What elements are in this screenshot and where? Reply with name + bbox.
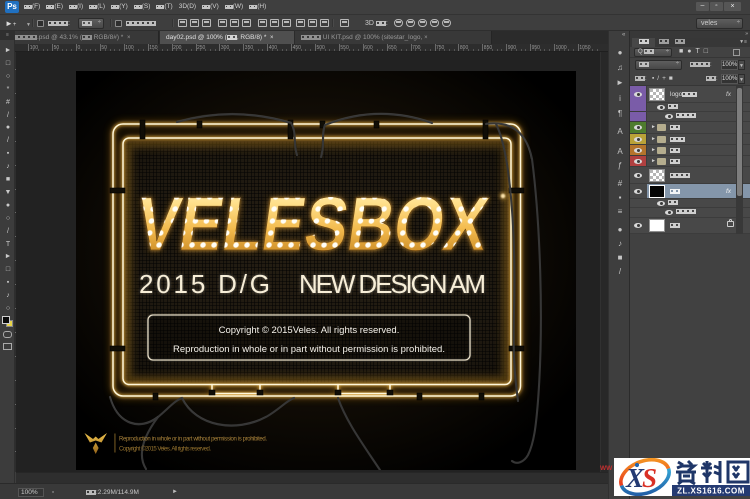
svg-text:S: S (642, 463, 657, 493)
svg-text:Copyright ©2015 Veles. All rig: Copyright ©2015 Veles. All rights reserv… (119, 446, 211, 453)
svg-text:Reproduction in whole or in pa: Reproduction in whole or in part without… (173, 344, 445, 355)
svg-text:ZL.XS1616.COM: ZL.XS1616.COM (677, 487, 745, 496)
svg-text:NEW DESIGN AM: NEW DESIGN AM (299, 269, 486, 299)
svg-text:2015 D/G: 2015 D/G (139, 269, 270, 299)
svg-text:VELESBOX: VELESBOX (131, 182, 493, 267)
svg-text:Copyright © 2015Veles. All rig: Copyright © 2015Veles. All rights reserv… (219, 325, 400, 336)
svg-text:Reproduction in whole or in pa: Reproduction in whole or in part without… (119, 437, 267, 443)
